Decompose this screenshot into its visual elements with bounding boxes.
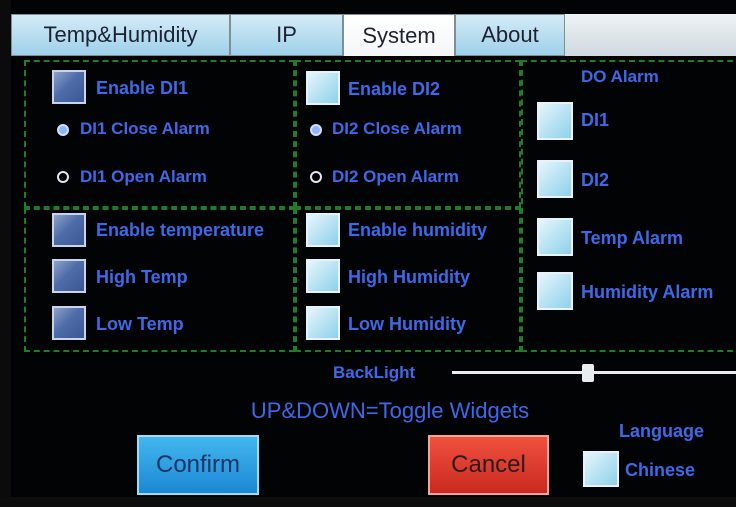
enable-temperature-checkbox[interactable] (52, 213, 86, 247)
enable-di1-label: Enable DI1 (96, 78, 189, 98)
enable-humidity-label: Enable humidity (348, 220, 488, 240)
low-temp-checkbox[interactable] (52, 306, 86, 340)
tab-temp-humidity[interactable]: Temp&Humidity (11, 14, 230, 56)
di2-close-alarm-radio[interactable] (310, 124, 322, 136)
tab-about[interactable]: About (455, 14, 565, 56)
do-di1-label: DI1 (581, 110, 610, 130)
enable-temperature-label: Enable temperature (96, 220, 265, 240)
tab-system[interactable]: System (343, 14, 455, 56)
bezel (0, 0, 11, 507)
high-humidity-checkbox[interactable] (306, 259, 340, 293)
low-humidity-label: Low Humidity (348, 314, 466, 334)
backlight-label: BackLight (333, 363, 416, 382)
language-title: Language (619, 421, 705, 441)
high-temp-label: High Temp (96, 267, 188, 287)
di1-open-alarm-radio[interactable] (57, 171, 69, 183)
enable-di2-checkbox[interactable] (306, 71, 340, 105)
di2-close-alarm-label: DI2 Close Alarm (332, 119, 462, 138)
cancel-button[interactable]: Cancel (428, 435, 549, 495)
do-alarm-title: DO Alarm (581, 67, 659, 86)
do-di2-label: DI2 (581, 170, 610, 190)
toggle-widgets-hint: UP&DOWN=Toggle Widgets (250, 398, 530, 423)
do-humidity-alarm-label: Humidity Alarm (581, 282, 714, 302)
enable-di2-label: Enable DI2 (348, 79, 441, 99)
do-temp-alarm-checkbox[interactable] (537, 218, 573, 256)
chinese-language-checkbox[interactable] (583, 451, 619, 487)
enable-humidity-checkbox[interactable] (306, 213, 340, 247)
backlight-slider-handle[interactable] (582, 364, 595, 382)
do-di2-checkbox[interactable] (537, 160, 573, 198)
high-temp-checkbox[interactable] (52, 259, 86, 293)
confirm-button[interactable]: Confirm (137, 435, 259, 495)
chinese-language-label: Chinese (625, 460, 696, 480)
do-temp-alarm-label: Temp Alarm (581, 228, 684, 248)
low-temp-label: Low Temp (96, 314, 184, 334)
device-screen: Temp&Humidity IP System About Enable DI1… (0, 0, 736, 507)
di2-open-alarm-radio[interactable] (310, 171, 322, 183)
di1-close-alarm-radio[interactable] (57, 124, 69, 136)
do-humidity-alarm-checkbox[interactable] (537, 272, 573, 310)
tab-ip[interactable]: IP (230, 14, 343, 56)
di2-open-alarm-label: DI2 Open Alarm (332, 167, 459, 186)
low-humidity-checkbox[interactable] (306, 306, 340, 340)
di1-open-alarm-label: DI1 Open Alarm (80, 167, 207, 186)
do-di1-checkbox[interactable] (537, 102, 573, 140)
tab-bar: Temp&Humidity IP System About (11, 14, 736, 56)
high-humidity-label: High Humidity (348, 267, 470, 287)
enable-di1-checkbox[interactable] (52, 70, 86, 104)
di1-close-alarm-label: DI1 Close Alarm (80, 119, 210, 138)
bezel-bottom (0, 497, 736, 507)
